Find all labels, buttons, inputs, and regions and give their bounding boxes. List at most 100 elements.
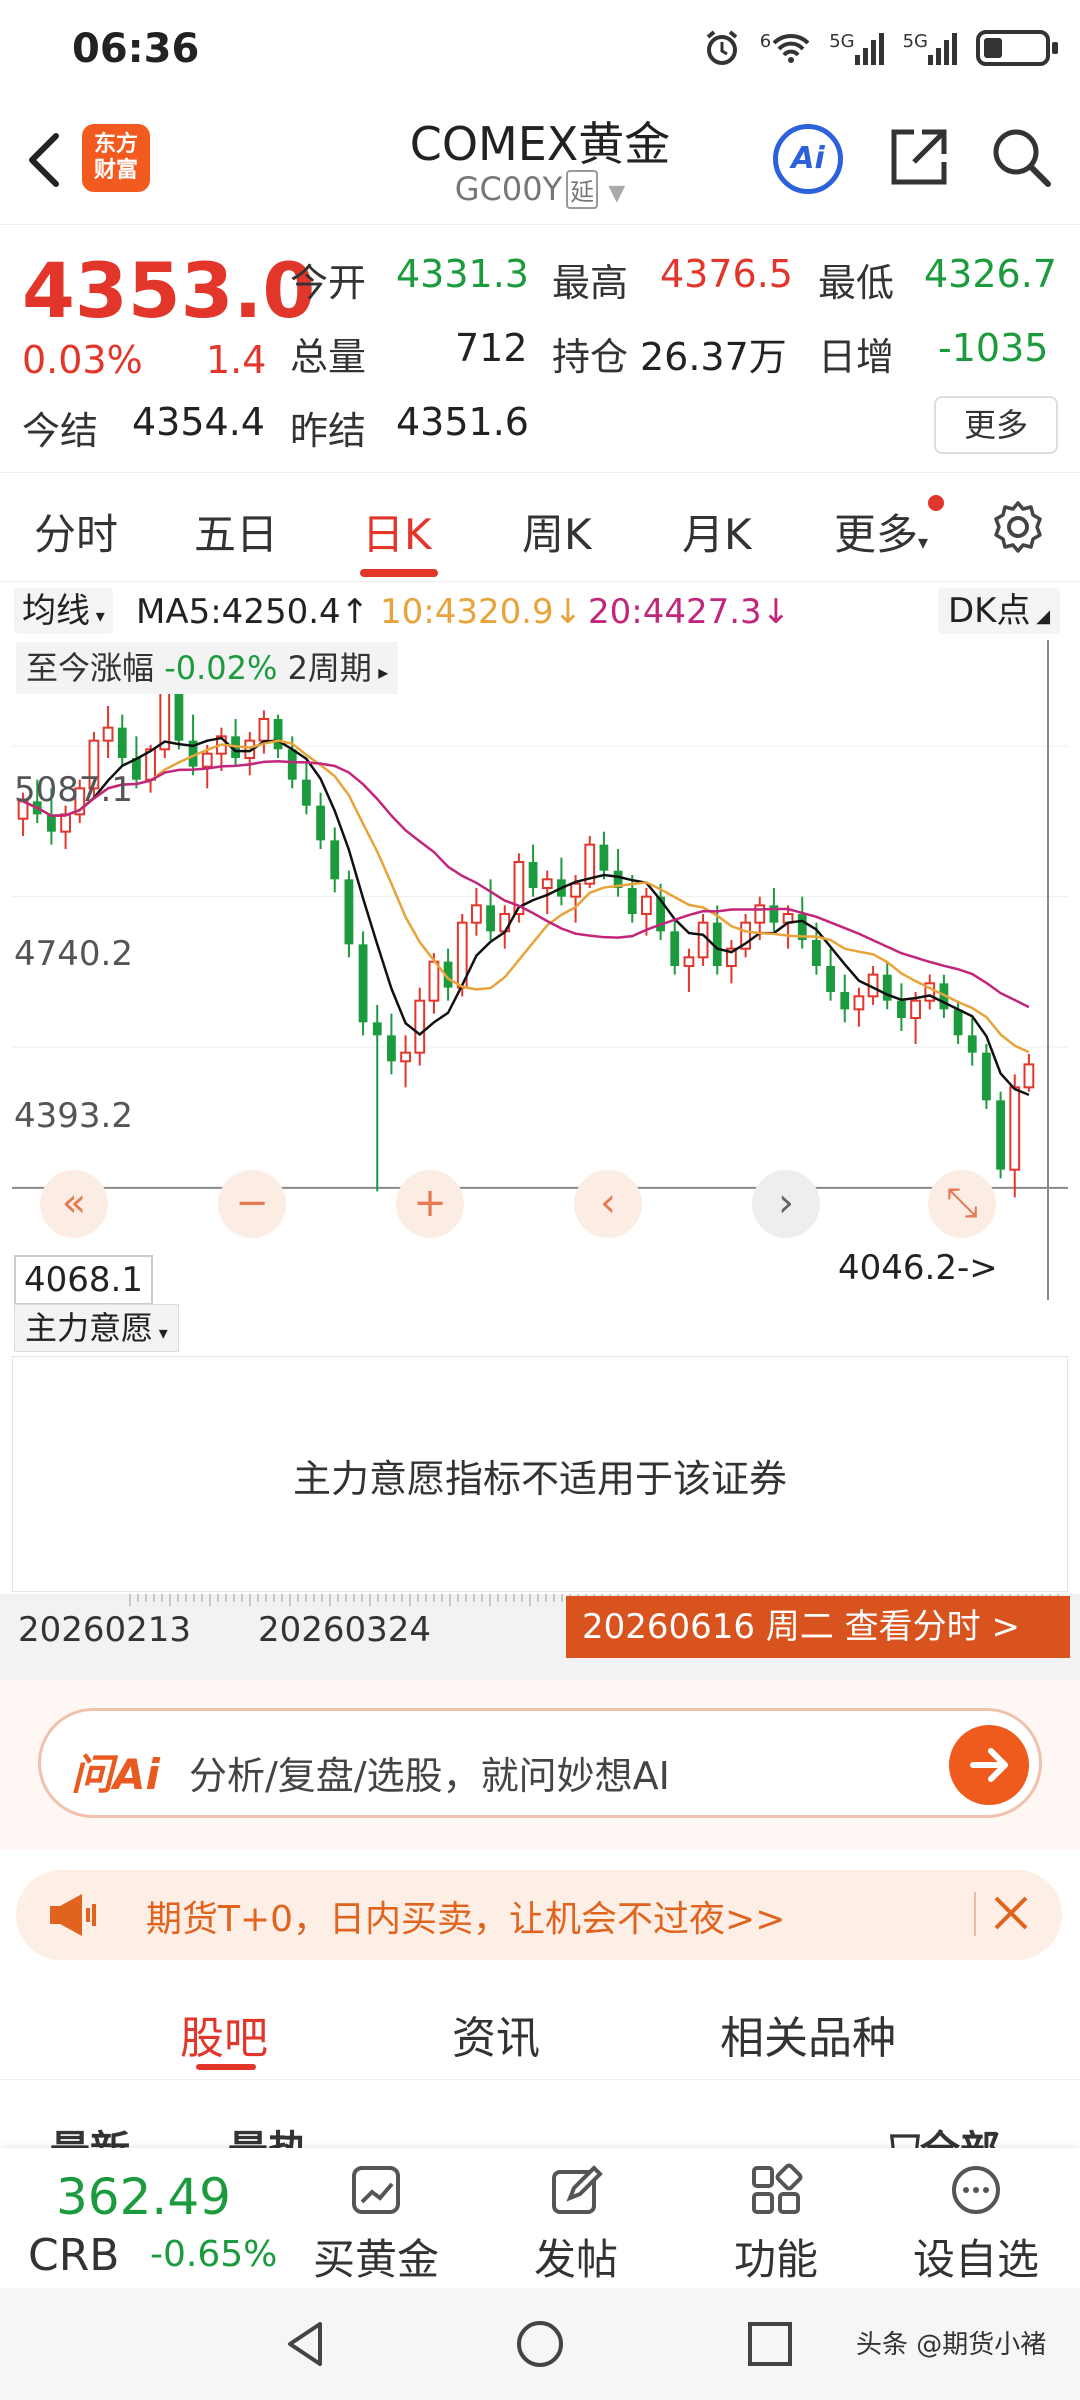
tab-monthly-k[interactable]: 月K xyxy=(682,501,752,562)
ma10-value: 10:4320.9↓ xyxy=(380,592,583,632)
candle xyxy=(400,1035,411,1088)
ma-selector[interactable]: 均线 ▾ xyxy=(14,588,113,634)
candle xyxy=(316,792,325,849)
candle xyxy=(471,888,482,936)
candle xyxy=(840,974,850,1023)
crb-name[interactable]: CRB xyxy=(28,2230,119,2281)
candle xyxy=(897,983,906,1031)
range-low-label: 4068.1 xyxy=(14,1255,153,1305)
nav-recents-icon[interactable] xyxy=(744,2318,796,2370)
post-button[interactable]: 发帖 xyxy=(486,2148,666,2288)
buy-gold-button[interactable]: 买黄金 xyxy=(286,2148,466,2288)
more-button[interactable]: 更多 xyxy=(934,396,1058,454)
close-icon[interactable] xyxy=(986,1888,1036,1938)
candle xyxy=(697,914,709,966)
ma5-line xyxy=(22,736,1030,1097)
search-icon[interactable] xyxy=(988,124,1054,190)
candle xyxy=(670,918,680,975)
status-time: 06:36 xyxy=(72,26,200,72)
daily-increase-value: -1035 xyxy=(938,326,1049,370)
change-percent: 0.03% xyxy=(22,338,143,382)
promo-text: 期货T+0，日内买卖，让机会不过夜>> xyxy=(146,1899,786,1940)
candle xyxy=(882,961,892,1010)
tab-news[interactable]: 资讯 xyxy=(452,2002,540,2066)
battery-icon xyxy=(976,30,1058,66)
dropdown-icon: ▼ xyxy=(608,181,626,206)
high-label: 最高 xyxy=(552,261,629,305)
tab-daily-k[interactable]: 日K xyxy=(362,501,432,562)
high-value: 4376.5 xyxy=(660,252,793,296)
dk-points-button[interactable]: DK点 ◢ xyxy=(938,588,1061,634)
expand-icon[interactable]: ⤡ xyxy=(928,1170,996,1238)
nav-home-icon[interactable] xyxy=(514,2318,566,2370)
candle xyxy=(782,905,794,949)
chart-icon xyxy=(352,2166,400,2214)
tab-more[interactable]: 更多▾ xyxy=(834,501,928,562)
quote-panel: 4353.0 0.03% 1.4 今开 4331.3 最高 4376.5 最低 … xyxy=(0,226,1080,456)
functions-button[interactable]: 功能 xyxy=(686,2148,866,2288)
candle xyxy=(358,931,368,1036)
tab-forum[interactable]: 股吧 xyxy=(180,2002,268,2066)
ma20-line xyxy=(22,759,1030,1009)
candle xyxy=(132,736,141,789)
scroll-right-button[interactable]: › xyxy=(752,1170,820,1238)
period-tabs: 分时 五日 日K 周K 月K 更多▾ xyxy=(0,472,1080,582)
candle xyxy=(302,762,311,815)
indicator-message: 主力意愿指标不适用于该证券 xyxy=(292,1457,787,1501)
ai-assistant-bar: 问Ai 分析/复盘/选股，就问妙想AI xyxy=(0,1680,1080,1850)
scroll-left-fast-button[interactable]: « xyxy=(40,1170,108,1238)
share-icon[interactable] xyxy=(886,124,952,190)
price-label-1: 5087.1 xyxy=(14,770,133,810)
watermark-text: 头条 @期货小褚 xyxy=(856,2330,1047,2360)
candle xyxy=(599,831,609,880)
add-watchlist-button[interactable]: 设自选 xyxy=(886,2148,1066,2288)
candle xyxy=(372,1005,382,1192)
ai-button[interactable]: Ai xyxy=(773,124,843,194)
candle xyxy=(627,875,637,923)
candle xyxy=(102,706,114,758)
scroll-left-button[interactable]: ‹ xyxy=(574,1170,642,1238)
indicator-selector[interactable]: 主力意愿 ▾ xyxy=(14,1304,179,1352)
low-label: 最低 xyxy=(818,261,895,305)
more-circle-icon xyxy=(952,2166,1000,2214)
gear-icon[interactable] xyxy=(990,499,1046,555)
tab-intraday[interactable]: 分时 xyxy=(34,501,118,562)
promo-banner[interactable]: 期货T+0，日内买卖，让机会不过夜>> xyxy=(16,1870,1062,1960)
candle xyxy=(853,987,865,1027)
status-icons: 6 5G 5G xyxy=(702,26,1058,70)
buy-gold-label: 买黄金 xyxy=(312,2235,439,2284)
active-tab-indicator xyxy=(196,2064,256,2070)
nav-back-icon[interactable] xyxy=(280,2318,332,2370)
date-axis: 20260213 20260324 20260616 周二 查看分时 > xyxy=(0,1594,1080,1680)
candle xyxy=(726,940,737,984)
zoom-in-button[interactable]: + xyxy=(396,1170,464,1238)
zoom-out-button[interactable]: − xyxy=(218,1170,286,1238)
ai-submit-button[interactable] xyxy=(949,1725,1029,1805)
tab-five-day[interactable]: 五日 xyxy=(194,501,278,562)
tab-related[interactable]: 相关品种 xyxy=(720,2002,896,2066)
wifi-icon: 6 xyxy=(760,31,811,65)
candle xyxy=(557,857,566,906)
candle xyxy=(60,805,71,849)
ai-logo: 问Ai xyxy=(71,1750,160,1799)
candle xyxy=(387,1013,396,1075)
candle xyxy=(231,719,240,767)
edit-icon xyxy=(552,2165,603,2214)
daily-increase-label: 日增 xyxy=(818,335,895,379)
since-change-box[interactable]: 至今涨幅 -0.02% 2周期 ▸ xyxy=(16,642,399,694)
date-start: 20260213 xyxy=(18,1610,192,1650)
open-value: 4331.3 xyxy=(396,252,529,296)
tab-weekly-k[interactable]: 周K xyxy=(522,501,592,562)
crb-value[interactable]: 362.49 xyxy=(56,2168,231,2226)
view-intraday-button[interactable]: 20260616 周二 查看分时 > xyxy=(566,1596,1070,1658)
ai-input[interactable]: 问Ai 分析/复盘/选股，就问妙想AI xyxy=(38,1708,1042,1818)
low-value: 4326.7 xyxy=(924,252,1057,296)
candle xyxy=(414,987,426,1066)
candle xyxy=(910,992,921,1044)
header: 东方 财富 COMEX黄金 GC00Y 延 ▼ Ai xyxy=(0,100,1080,225)
candlestick-chart[interactable] xyxy=(12,640,1068,1300)
candle xyxy=(159,684,171,758)
candle xyxy=(1009,1074,1021,1198)
ai-prompt-text: 分析/复盘/选股，就问妙想AI xyxy=(189,1754,670,1798)
candle xyxy=(924,974,936,1010)
